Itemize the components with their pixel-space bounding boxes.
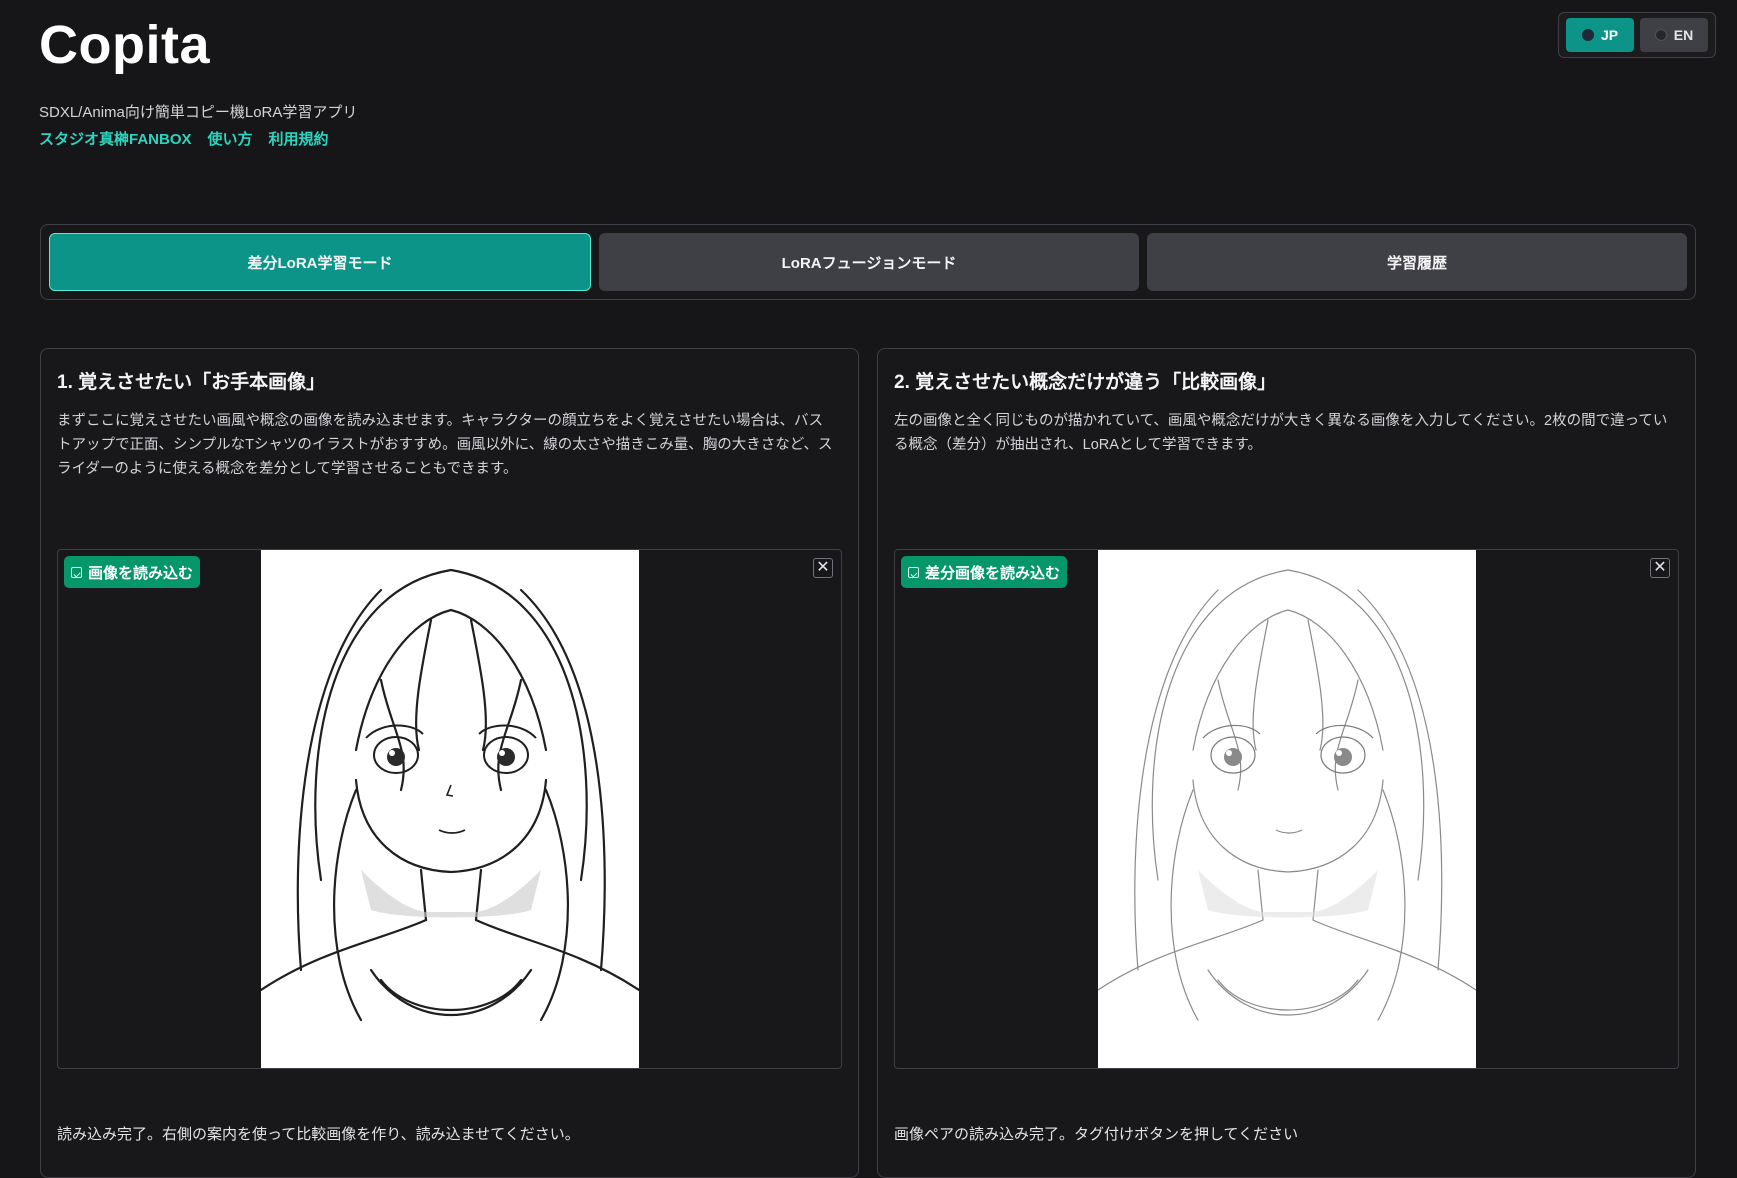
panel-title: 1. 覚えさせたい「お手本画像」 (57, 372, 326, 393)
load-diff-image-button[interactable]: 差分画像を読み込む (901, 556, 1068, 588)
lang-en-button[interactable]: EN (1640, 18, 1708, 52)
panel-title: 2. 覚えさせたい概念だけが違う「比較画像」 (894, 372, 1277, 393)
comparison-image-dropzone[interactable]: 差分画像を読み込む ✕ (894, 549, 1679, 1069)
fanbox-link[interactable]: スタジオ真榊FANBOX (39, 128, 192, 149)
terms-link[interactable]: 利用規約 (269, 128, 329, 149)
reference-image-preview (261, 550, 639, 1068)
load-diff-image-label: 差分画像を読み込む (925, 564, 1061, 582)
status-text: 画像ペアの読み込み完了。タグ付けボタンを押してください (894, 1126, 1299, 1143)
app-title: Copita (39, 15, 210, 75)
language-toggle: JP EN (1558, 12, 1716, 58)
lang-jp-button[interactable]: JP (1566, 18, 1634, 52)
comparison-image-panel: 2. 覚えさせたい概念だけが違う「比較画像」 左の画像と全く同じものが描かれてい… (877, 348, 1696, 1178)
radio-unchecked-icon (1654, 29, 1667, 41)
close-icon[interactable]: ✕ (1650, 558, 1670, 578)
usage-link[interactable]: 使い方 (208, 128, 253, 149)
radio-checked-icon (1581, 29, 1594, 41)
panel-description: まずここに覚えさせたい画風や概念の画像を読み込ませます。キャラクターの顔立ちをよ… (57, 413, 833, 477)
reference-image-dropzone[interactable]: 画像を読み込む ✕ (57, 549, 842, 1069)
lineart-girl-image (261, 568, 639, 1022)
image-icon (908, 566, 919, 578)
tab-lora-fusion[interactable]: LoRAフュージョンモード (599, 233, 1139, 291)
reference-image-panel: 1. 覚えさせたい「お手本画像」 まずここに覚えさせたい画風や概念の画像を読み込… (40, 348, 859, 1178)
close-icon[interactable]: ✕ (813, 558, 833, 578)
image-icon (71, 566, 82, 578)
status-text: 読み込み完了。右側の案内を使って比較画像を作り、読み込ませてください。 (57, 1126, 580, 1143)
lang-jp-label: JP (1600, 27, 1619, 43)
panel-description: 左の画像と全く同じものが描かれていて、画風や概念だけが大きく異なる画像を入力して… (894, 413, 1668, 453)
load-image-button[interactable]: 画像を読み込む (64, 556, 201, 588)
comparison-image-preview (1098, 550, 1476, 1068)
app-subtitle: SDXL/Anima向け簡単コピー機LoRA学習アプリ (39, 104, 358, 121)
tab-diff-lora[interactable]: 差分LoRA学習モード (49, 233, 591, 291)
tab-history[interactable]: 学習履歴 (1147, 233, 1687, 291)
lineart-girl-light-image (1098, 569, 1476, 1021)
lang-en-label: EN (1673, 27, 1694, 43)
mode-tabs: 差分LoRA学習モード LoRAフュージョンモード 学習履歴 (40, 224, 1696, 300)
header-links: スタジオ真榊FANBOX 使い方 利用規約 (39, 128, 329, 149)
load-image-label: 画像を読み込む (88, 564, 194, 582)
